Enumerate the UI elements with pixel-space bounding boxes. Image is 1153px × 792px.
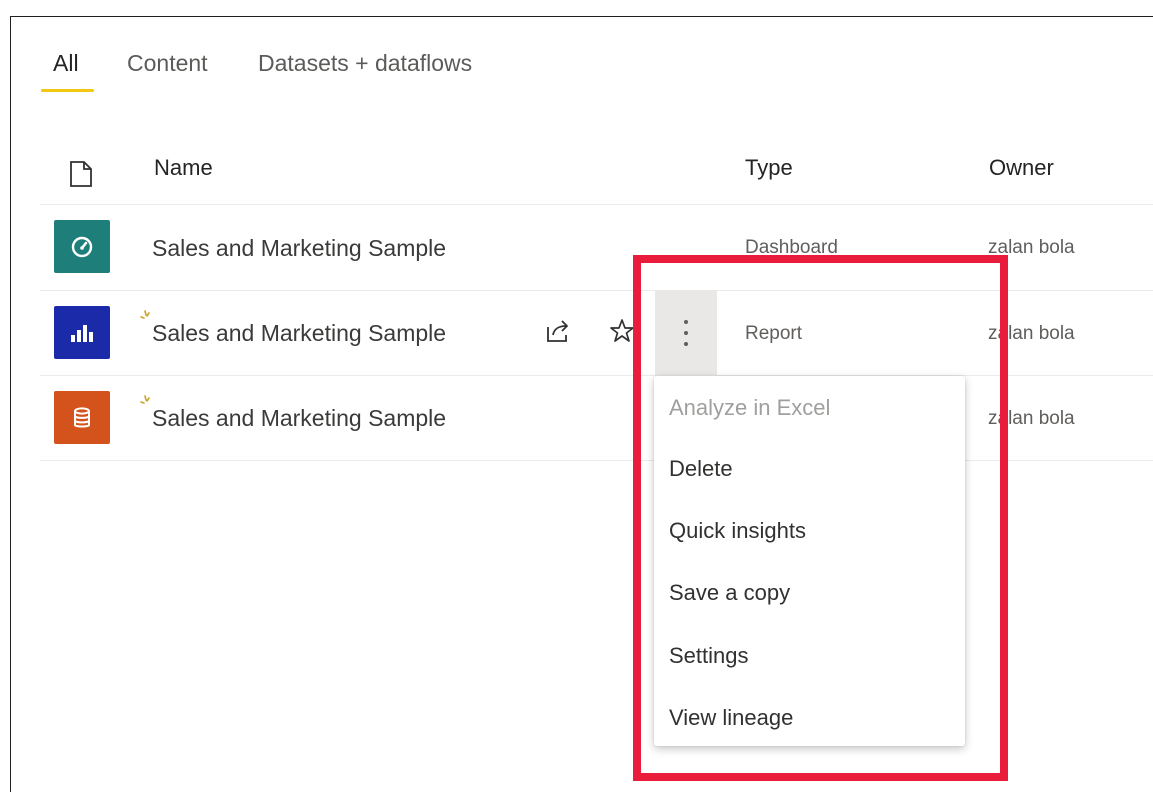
tab-all[interactable]: All xyxy=(53,50,79,77)
document-icon xyxy=(69,160,93,193)
row-owner: zalan bola xyxy=(988,237,1075,258)
row-name[interactable]: Sales and Marketing Sample xyxy=(152,405,446,432)
new-item-sparkle-icon xyxy=(139,393,153,412)
column-header-name[interactable]: Name xyxy=(154,155,213,181)
row-owner: zalan bola xyxy=(988,408,1075,429)
menu-item-view-lineage[interactable]: View lineage xyxy=(669,705,793,731)
row-type: Report xyxy=(745,323,803,344)
divider xyxy=(40,290,1153,291)
menu-item-delete[interactable]: Delete xyxy=(669,456,733,482)
dashboard-gauge-icon xyxy=(54,220,110,273)
row-type: Dashboard xyxy=(745,237,838,258)
star-favorite-icon[interactable] xyxy=(609,318,635,349)
share-icon[interactable] xyxy=(545,318,573,349)
divider xyxy=(40,460,1153,461)
context-menu: Analyze in Excel Delete Quick insights S… xyxy=(654,376,965,746)
row-owner: zalan bola xyxy=(988,323,1075,344)
tab-content[interactable]: Content xyxy=(127,50,208,77)
divider xyxy=(40,204,1153,205)
row-name[interactable]: Sales and Marketing Sample xyxy=(152,235,446,262)
new-item-sparkle-icon xyxy=(139,308,153,327)
tab-datasets-dataflows[interactable]: Datasets + dataflows xyxy=(258,50,472,77)
report-bar-chart-icon xyxy=(54,306,110,359)
more-options-button[interactable] xyxy=(655,290,717,375)
divider xyxy=(40,375,1153,376)
menu-item-analyze-in-excel: Analyze in Excel xyxy=(669,395,831,420)
dataset-database-icon xyxy=(54,391,110,444)
menu-item-save-a-copy[interactable]: Save a copy xyxy=(669,580,790,606)
row-name[interactable]: Sales and Marketing Sample xyxy=(152,320,446,347)
column-header-type[interactable]: Type xyxy=(745,155,793,181)
menu-item-settings[interactable]: Settings xyxy=(669,643,749,669)
content-frame xyxy=(10,16,1153,792)
column-header-owner[interactable]: Owner xyxy=(989,155,1054,181)
more-vertical-icon xyxy=(684,319,688,346)
menu-item-quick-insights[interactable]: Quick insights xyxy=(669,518,806,544)
active-tab-indicator xyxy=(41,89,94,92)
